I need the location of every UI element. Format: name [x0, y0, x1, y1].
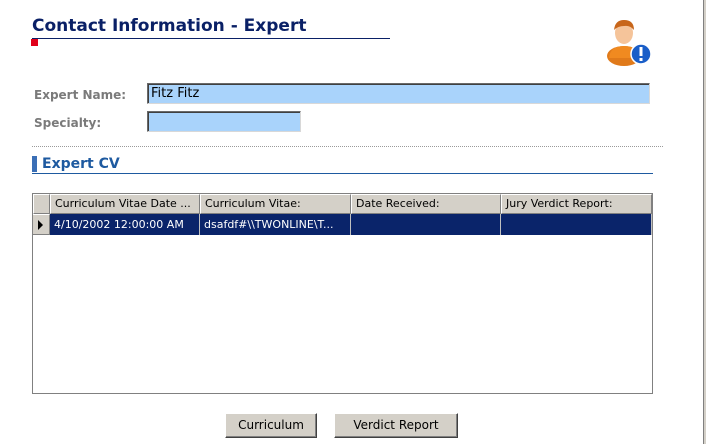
- cv-grid[interactable]: Curriculum Vitae Date ... Curriculum Vit…: [32, 193, 653, 394]
- column-header-cv[interactable]: Curriculum Vitae:: [200, 194, 351, 214]
- expert-user-icon: [607, 20, 652, 66]
- dotted-divider: [32, 146, 663, 147]
- row-selector[interactable]: [33, 214, 50, 235]
- row-header-corner: [33, 194, 50, 214]
- verdict-report-button[interactable]: Verdict Report: [334, 413, 458, 438]
- specialty-field[interactable]: [147, 111, 301, 132]
- cell-date-received[interactable]: [351, 214, 501, 235]
- section-marker: [32, 156, 37, 172]
- curriculum-button[interactable]: Curriculum: [225, 413, 317, 438]
- title-underline: [32, 38, 390, 39]
- column-header-date-received[interactable]: Date Received:: [351, 194, 501, 214]
- column-header-jury-verdict[interactable]: Jury Verdict Report:: [501, 194, 652, 214]
- cell-jury-verdict[interactable]: [501, 214, 652, 235]
- expert-name-field[interactable]: Fitz Fitz: [147, 83, 650, 104]
- page-title: Contact Information - Expert: [32, 16, 307, 36]
- cell-cv[interactable]: dsafdf#\\TWONLINE\T...: [200, 214, 351, 235]
- title-marker: [31, 39, 38, 46]
- current-row-arrow-icon: [38, 220, 43, 230]
- section-title: Expert CV: [42, 156, 120, 172]
- section-underline: [32, 173, 653, 174]
- table-row[interactable]: 4/10/2002 12:00:00 AM dsafdf#\\TWONLINE\…: [33, 214, 652, 235]
- column-header-cv-date[interactable]: Curriculum Vitae Date ...: [50, 194, 200, 214]
- specialty-label: Specialty:: [34, 116, 102, 130]
- cell-cv-date[interactable]: 4/10/2002 12:00:00 AM: [50, 214, 200, 235]
- expert-name-label: Expert Name:: [34, 88, 127, 102]
- grid-header: Curriculum Vitae Date ... Curriculum Vit…: [33, 194, 652, 214]
